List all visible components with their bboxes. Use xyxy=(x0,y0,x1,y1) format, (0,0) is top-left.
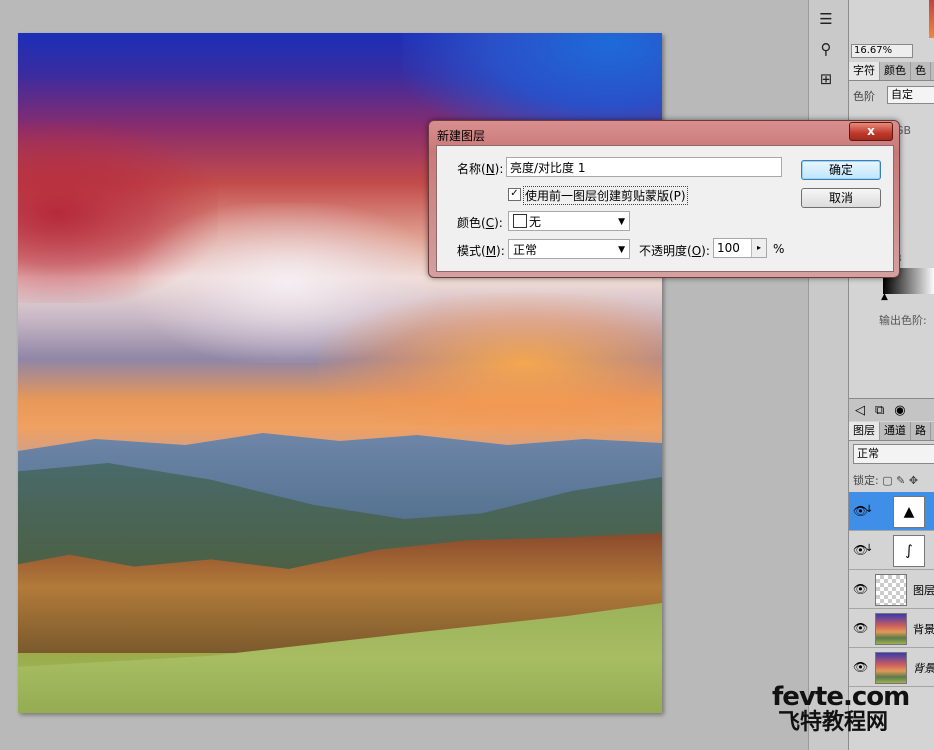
clip-mask-checkbox[interactable]: ✓ xyxy=(508,188,521,201)
new-layer-dialog: 新建图层 x 名称(N): 亮度/对比度 1 ✓ 使用前一图层创建剪贴蒙版(P)… xyxy=(428,120,900,278)
stamp-list-icon[interactable]: ⊞ xyxy=(812,68,840,90)
back-arrow-icon[interactable]: ◁ xyxy=(855,403,865,418)
panel-dock: 16.67% 字符 颜色 色 色阶 自定 GB 3 ▲ 输出色阶: ◁ ⧉ ◉ … xyxy=(848,0,934,750)
photo-layer-thumb xyxy=(875,613,907,645)
opacity-value: 100 xyxy=(717,241,740,255)
sunset-clouds xyxy=(318,293,662,433)
layer-name: 背景 xyxy=(913,662,934,675)
watermark: fevte.com 飞特教程网 xyxy=(772,684,932,736)
output-levels-label: 输出色阶: xyxy=(879,314,927,327)
layers-panel-tabs: 图层 通道 路 xyxy=(849,422,934,441)
opacity-input[interactable]: 100 ▸ xyxy=(713,238,767,258)
adjust-panel-tabs: 字符 颜色 色 xyxy=(849,62,934,81)
opacity-slider-arrow-icon[interactable]: ▸ xyxy=(751,239,766,257)
tab-layers[interactable]: 图层 xyxy=(849,422,880,440)
tab-color[interactable]: 颜色 xyxy=(880,62,911,80)
layer-row-curves[interactable]: 👁 ↓ ∫ xyxy=(849,531,934,570)
photo-layer-thumb xyxy=(875,652,907,684)
levels-label: 色阶 xyxy=(853,90,875,103)
navigator-thumbnail[interactable] xyxy=(929,0,934,38)
mode-value: 正常 xyxy=(513,243,538,257)
chevron-down-icon: ▼ xyxy=(618,217,625,227)
name-label: 名称(N): xyxy=(457,162,504,176)
clip-mask-label[interactable]: 使用前一图层创建剪贴蒙版(P) xyxy=(523,186,688,205)
eye-icon[interactable]: 👁 xyxy=(853,660,868,674)
color-select[interactable]: 无 ▼ xyxy=(508,211,630,231)
opacity-unit: % xyxy=(773,242,785,256)
mode-label: 模式(M): xyxy=(457,244,505,258)
color-swatch xyxy=(513,214,527,228)
eye-icon[interactable]: 👁 xyxy=(853,582,868,596)
lock-move-icon[interactable]: ✥ xyxy=(909,474,918,487)
panel-icon-strip xyxy=(808,0,849,750)
layer-name: 背景 xyxy=(913,623,934,636)
watermark-cn: 飞特教程网 xyxy=(778,710,889,735)
lock-paint-icon[interactable]: ✎ xyxy=(896,474,905,487)
curves-thumb-icon: ∫ xyxy=(893,535,925,567)
adjustments-icon[interactable]: ☰ xyxy=(812,8,840,30)
visibility-toggle-icon[interactable]: ◉ xyxy=(894,403,905,418)
lock-transparent-icon[interactable]: ▢ xyxy=(882,474,892,487)
navigator-zoom-field[interactable]: 16.67% xyxy=(851,44,913,58)
usb-plugin-icon[interactable]: ⚲ xyxy=(812,38,840,60)
mode-select[interactable]: 正常 ▼ xyxy=(508,239,630,259)
cancel-button[interactable]: 取消 xyxy=(801,188,881,208)
blend-mode-select[interactable]: 正常 xyxy=(853,444,934,464)
clip-arrow-icon: ↓ xyxy=(865,504,874,515)
opacity-label: 不透明度(O): xyxy=(639,244,710,258)
tab-character[interactable]: 字符 xyxy=(849,62,880,80)
color-value: 无 xyxy=(529,215,542,229)
tab-paths[interactable]: 路 xyxy=(911,422,931,440)
chevron-down-icon: ▼ xyxy=(618,245,625,255)
lock-label: 锁定: xyxy=(853,474,879,487)
expand-view-icon[interactable]: ⧉ xyxy=(875,403,884,418)
watermark-en: fevte.com xyxy=(772,682,910,712)
tab-color-more[interactable]: 色 xyxy=(911,62,931,80)
layer-row-brightness-contrast[interactable]: 👁 ↓ ▲ xyxy=(849,492,934,531)
tab-channels[interactable]: 通道 xyxy=(880,422,911,440)
layer-row-background-copy[interactable]: 👁 背景 xyxy=(849,609,934,648)
dialog-body: 名称(N): 亮度/对比度 1 ✓ 使用前一图层创建剪贴蒙版(P) 颜色(C):… xyxy=(436,145,894,272)
output-black-slider[interactable]: ▲ xyxy=(881,292,888,302)
ok-button[interactable]: 确定 xyxy=(801,160,881,180)
dialog-title: 新建图层 xyxy=(437,129,486,143)
transparent-layer-thumb xyxy=(875,574,907,606)
layer-row-layer[interactable]: 👁 图层 xyxy=(849,570,934,609)
eye-icon[interactable]: 👁 xyxy=(853,621,868,635)
layer-name: 图层 xyxy=(913,584,934,597)
brightness-contrast-thumb-icon: ▲ xyxy=(893,496,925,528)
clip-arrow-icon: ↓ xyxy=(865,543,874,554)
adjust-panel-footer: ◁ ⧉ ◉ xyxy=(849,398,934,421)
levels-preset-select[interactable]: 自定 xyxy=(887,86,934,104)
layer-name-input[interactable]: 亮度/对比度 1 xyxy=(506,157,782,177)
color-label: 颜色(C): xyxy=(457,216,503,230)
dialog-close-button[interactable]: x xyxy=(849,122,893,141)
lock-row: 锁定: ▢ ✎ ✥ xyxy=(853,472,918,488)
